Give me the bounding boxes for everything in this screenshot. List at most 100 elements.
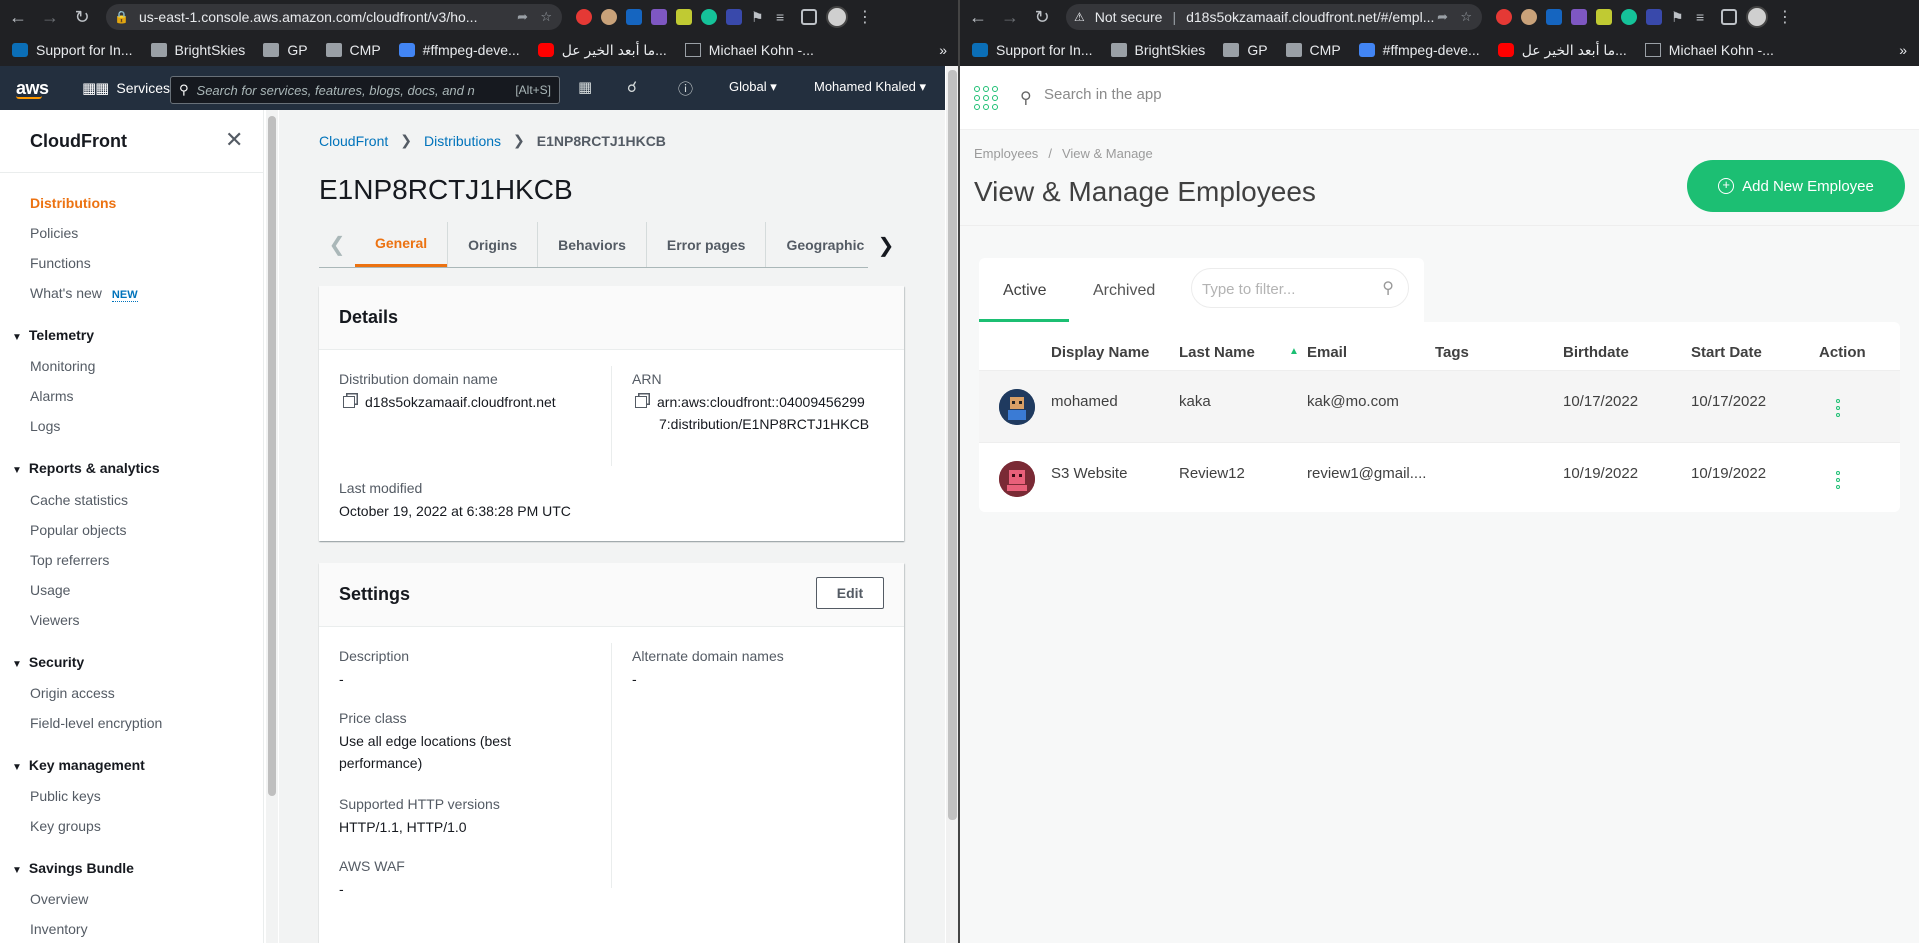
column-email[interactable]: Email <box>1307 344 1347 361</box>
aws-search-input[interactable]: ⚲ Search for services, features, blogs, … <box>170 76 560 104</box>
column-start-date[interactable]: Start Date <box>1691 344 1762 361</box>
playlist-icon[interactable]: ≡ <box>1696 9 1712 25</box>
section-telemetry[interactable]: ▼ Telemetry <box>12 327 94 343</box>
table-row[interactable]: mohamed kaka kak@mo.com 10/17/2022 10/17… <box>979 370 1900 442</box>
extension-icon[interactable] <box>626 9 642 25</box>
bookmark-item[interactable]: #ffmpeg-deve... <box>1358 42 1480 58</box>
bookmark-folder[interactable]: BrightSkies <box>1110 42 1205 58</box>
reload-icon[interactable]: ↻ <box>68 3 96 31</box>
sidepanel-icon[interactable] <box>1721 9 1737 25</box>
sidepanel-icon[interactable] <box>801 9 817 25</box>
extension-icon[interactable] <box>676 9 692 25</box>
add-new-employee-button[interactable]: + Add New Employee <box>1687 160 1905 212</box>
app-launcher-icon[interactable] <box>974 86 998 110</box>
tab-behaviors[interactable]: Behaviors <box>537 222 646 267</box>
sidebar-item-origin-access[interactable]: Origin access <box>30 685 115 701</box>
extension-icon[interactable] <box>1596 9 1612 25</box>
sidebar-item-functions[interactable]: Functions <box>30 255 91 271</box>
sidebar-item-distributions[interactable]: Distributions <box>30 195 116 211</box>
section-reports[interactable]: ▼ Reports & analytics <box>12 460 160 476</box>
edit-button[interactable]: Edit <box>816 577 884 609</box>
row-action-menu-icon[interactable] <box>1835 399 1841 417</box>
bookmark-item[interactable]: Support for In... <box>972 42 1093 58</box>
column-display-name[interactable]: Display Name <box>1051 344 1149 361</box>
section-security[interactable]: ▼ Security <box>12 654 84 670</box>
filter-input[interactable]: Type to filter... ⚲ <box>1191 268 1409 308</box>
sidebar-item-public-keys[interactable]: Public keys <box>30 788 101 804</box>
table-row[interactable]: S3 Website Review12 review1@gmail.... 10… <box>979 442 1900 514</box>
sidebar-scrollbar[interactable] <box>266 110 278 943</box>
sidebar-item-viewers[interactable]: Viewers <box>30 612 80 628</box>
puzzle-icon[interactable]: ⚑ <box>751 9 767 25</box>
sidebar-item-logs[interactable]: Logs <box>30 418 60 434</box>
account-menu[interactable]: Mohamed Khaled ▾ <box>814 79 926 95</box>
sort-asc-icon[interactable]: ▲ <box>1289 346 1299 357</box>
forward-icon[interactable]: → <box>36 3 64 31</box>
profile-avatar[interactable] <box>1746 6 1768 28</box>
bookmark-star-icon[interactable]: ☆ <box>540 9 552 25</box>
bookmarks-overflow[interactable]: » <box>1899 42 1907 58</box>
bookmark-folder[interactable]: CMP <box>1285 42 1341 58</box>
bookmark-item[interactable]: ما أبعد الخير عل... <box>537 42 667 59</box>
breadcrumb-cloudfront[interactable]: CloudFront <box>319 133 388 149</box>
extension-icon[interactable] <box>1646 9 1662 25</box>
sidebar-item-cache-statistics[interactable]: Cache statistics <box>30 492 128 508</box>
bookmark-star-icon[interactable]: ☆ <box>1460 9 1472 25</box>
extension-icon[interactable] <box>726 9 742 25</box>
bookmark-item[interactable]: Support for In... <box>12 42 133 58</box>
bookmarks-overflow[interactable]: » <box>939 42 947 58</box>
sidebar-item-overview[interactable]: Overview <box>30 891 88 907</box>
forward-icon[interactable]: → <box>996 3 1024 31</box>
extension-icon[interactable] <box>1521 9 1537 25</box>
extension-icon[interactable] <box>601 9 617 25</box>
section-key-management[interactable]: ▼ Key management <box>12 757 145 773</box>
puzzle-icon[interactable]: ⚑ <box>1671 9 1687 25</box>
column-birthdate[interactable]: Birthdate <box>1563 344 1629 361</box>
scrollbar-thumb[interactable] <box>268 116 276 796</box>
more-menu-icon[interactable]: ⋮ <box>1777 7 1793 27</box>
sidebar-item-popular-objects[interactable]: Popular objects <box>30 522 127 538</box>
aws-logo[interactable]: aws <box>16 78 56 99</box>
help-icon[interactable]: ⓘ <box>678 78 693 99</box>
extension-icon[interactable] <box>576 9 592 25</box>
copy-icon[interactable] <box>635 396 647 408</box>
tab-error-pages[interactable]: Error pages <box>645 222 766 267</box>
region-selector[interactable]: Global ▾ <box>729 79 777 95</box>
extension-icon[interactable] <box>1496 9 1512 25</box>
sidebar-item-alarms[interactable]: Alarms <box>30 388 74 404</box>
row-action-menu-icon[interactable] <box>1835 471 1841 489</box>
column-tags[interactable]: Tags <box>1435 344 1469 361</box>
bookmark-item[interactable]: #ffmpeg-deve... <box>398 42 520 58</box>
share-icon[interactable]: ➦ <box>1437 9 1448 25</box>
extension-icon[interactable] <box>651 9 667 25</box>
address-bar[interactable]: 🔒 us-east-1.console.aws.amazon.com/cloud… <box>106 4 562 30</box>
section-savings-bundle[interactable]: ▼ Savings Bundle <box>12 860 134 876</box>
sidebar-item-field-level-encryption[interactable]: Field-level encryption <box>30 715 162 731</box>
share-icon[interactable]: ➦ <box>517 9 528 25</box>
cloudshell-icon[interactable]: ▦ <box>578 78 592 96</box>
sidebar-item-inventory[interactable]: Inventory <box>30 921 88 937</box>
sidebar-item-top-referrers[interactable]: Top referrers <box>30 552 109 568</box>
playlist-icon[interactable]: ≡ <box>776 9 792 25</box>
sidebar-item-usage[interactable]: Usage <box>30 582 70 598</box>
back-icon[interactable]: ← <box>4 3 32 31</box>
bookmark-item[interactable]: Michael Kohn -... <box>684 42 814 58</box>
grammarly-icon[interactable] <box>701 9 717 25</box>
sidebar-item-monitoring[interactable]: Monitoring <box>30 358 95 374</box>
breadcrumb-distributions[interactable]: Distributions <box>424 133 501 149</box>
services-menu[interactable]: ▦▦ Services <box>82 79 170 97</box>
bell-icon[interactable]: ☌ <box>627 78 637 96</box>
address-bar[interactable]: ⚠ Not secure | d18s5okzamaaif.cloudfront… <box>1066 4 1482 30</box>
column-last-name[interactable]: Last Name <box>1179 344 1255 361</box>
tab-active[interactable]: Active <box>1003 282 1047 300</box>
app-search-input[interactable]: Search in the app <box>1044 86 1162 103</box>
close-icon[interactable]: ✕ <box>225 127 243 153</box>
grammarly-icon[interactable] <box>1621 9 1637 25</box>
copy-icon[interactable] <box>343 396 355 408</box>
scrollbar-thumb[interactable] <box>948 70 957 820</box>
chevron-right-icon[interactable]: ❯ <box>868 222 904 268</box>
more-menu-icon[interactable]: ⋮ <box>857 7 873 27</box>
tab-origins[interactable]: Origins <box>447 222 537 267</box>
tab-archived[interactable]: Archived <box>1093 282 1155 300</box>
sidebar-item-whats-new[interactable]: What's new NEW <box>30 285 138 302</box>
